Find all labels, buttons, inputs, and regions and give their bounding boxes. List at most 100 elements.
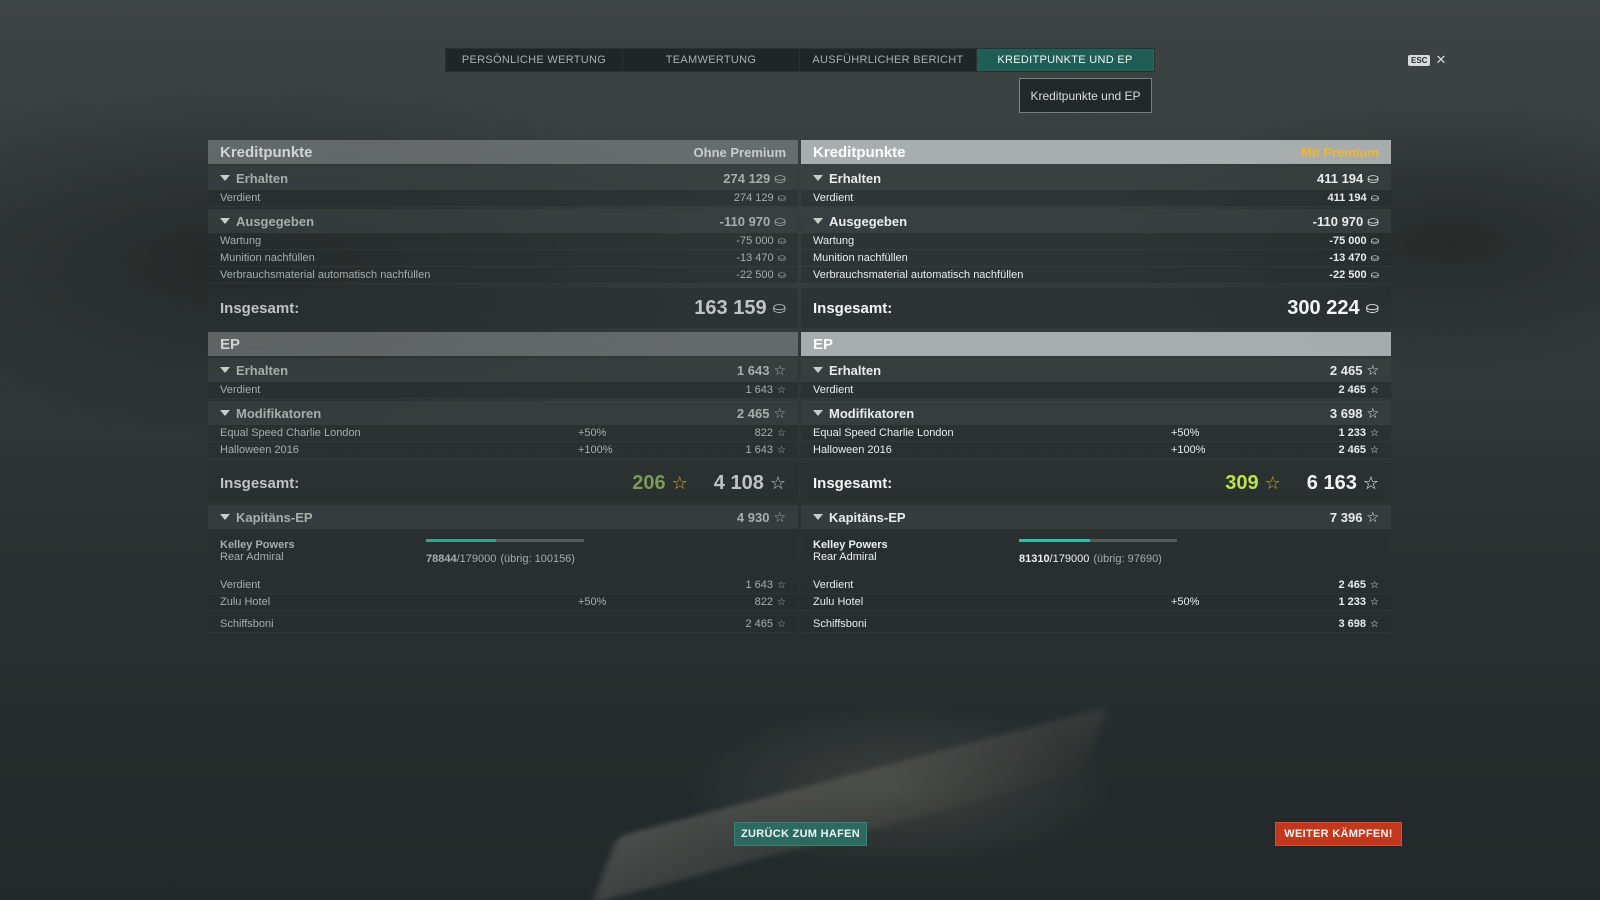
section-value: 1 643 [736,362,770,378]
row-value: 1 643 [745,579,774,591]
section-value: 4 930 [736,509,770,525]
credits-received-section[interactable]: Erhalten 411 194 ⛀ [801,166,1391,190]
credit-coin-icon: ⛀ [774,169,786,186]
row-label: Verdient [220,384,261,396]
xp-star-icon: ☆ [1370,427,1379,439]
captain-flag-row: Zulu Hotel +50% 822 ☆ [208,594,798,611]
captain-ship-bonus-row: Schiffsboni 2 465 ☆ [208,616,798,633]
section-label: Erhalten [829,170,882,186]
captain-xp-section[interactable]: Kapitäns-EP 7 396 ☆ [801,505,1391,529]
row-value: -13 470 [1329,252,1367,264]
row-percent: +50% [1171,596,1200,608]
credits-total-row: Insgesamt: 300 224 ⛀ [801,288,1391,328]
row-value: -75 000 [736,235,774,247]
triangle-down-icon [220,410,230,416]
credits-header: Kreditpunkte Mit Premium [801,140,1391,164]
modifiers-section[interactable]: Modifikatoren 3 698 ☆ [801,401,1391,425]
row-value: 822 [754,596,774,608]
credits-spent-section[interactable]: Ausgegeben -110 970 ⛀ [208,209,798,233]
triangle-down-icon [220,367,230,373]
xp-star-icon: ☆ [769,472,786,493]
section-value: 2 465 [736,405,770,421]
row-value: 1 643 [745,384,774,396]
credit-coin-icon: ⛀ [1370,192,1379,204]
credits-spent-section[interactable]: Ausgegeben -110 970 ⛀ [801,209,1391,233]
section-label: Erhalten [236,170,289,186]
row-label: Verbrauchsmaterial automatisch nachfülle… [220,269,431,281]
esc-close-button[interactable]: ESC ✕ [1408,52,1446,68]
xp-star-icon: ☆ [777,579,786,591]
total-value: 300 224 [1287,296,1360,319]
ep-received-section[interactable]: Erhalten 1 643 ☆ [208,358,798,382]
credit-coin-icon: ⛀ [1370,252,1379,264]
row-value: 1 233 [1338,596,1367,608]
modifiers-section[interactable]: Modifikatoren 2 465 ☆ [208,401,798,425]
row-label: Halloween 2016 [220,444,299,456]
xp-star-icon: ☆ [773,361,786,378]
row-label: Schiffsboni [813,618,867,630]
consumables-row: Verbrauchsmaterial automatisch nachfülle… [208,267,798,284]
credit-coin-icon: ⛀ [1370,235,1379,247]
credit-coin-icon: ⛀ [777,269,786,281]
tab-credits-and-xp[interactable]: KREDITPUNKTE UND EP [977,49,1154,71]
row-value: 2 465 [745,618,774,630]
captain-xp-readout: 81310/179000 (übrig: 97690) [1019,553,1162,565]
credit-coin-icon: ⛀ [1365,300,1379,317]
credits-header: Kreditpunkte Ohne Premium [208,140,798,164]
xp-star-icon: ☆ [1370,579,1379,591]
captain-xp-rest: (übrig: 97690) [1093,553,1162,565]
section-label: Modifikatoren [236,405,322,421]
ep-total-row: Insgesamt: 206 ☆ 4 108 ☆ [208,463,798,503]
tab-personal-score[interactable]: PERSÖNLICHE WERTUNG [446,49,623,71]
credit-coin-icon: ⛀ [777,192,786,204]
free-xp-star-icon: ☆ [671,472,688,493]
xp-star-icon: ☆ [1366,508,1379,525]
captain-xp-readout: 78844/179000 (übrig: 100156) [426,553,575,565]
captain-xp-progress-bar [1019,539,1177,542]
tab-team-score[interactable]: TEAMWERTUNG [623,49,800,71]
close-icon: ✕ [1435,52,1447,67]
triangle-down-icon [220,514,230,520]
credits-received-section[interactable]: Erhalten 274 129 ⛀ [208,166,798,190]
total-label: Insgesamt: [220,474,300,492]
back-to-port-button[interactable]: ZURÜCK ZUM HAFEN [734,822,867,846]
row-label: Verbrauchsmaterial automatisch nachfülle… [813,269,1024,281]
section-value: 7 396 [1329,509,1363,525]
credits-title: Kreditpunkte [220,143,313,161]
row-label: Equal Speed Charlie London [220,427,361,439]
row-value: 1 643 [745,444,774,456]
modifier-row: Equal Speed Charlie London +50% 1 233 ☆ [801,425,1391,442]
xp-star-icon: ☆ [1370,444,1379,456]
row-percent: +50% [578,596,607,608]
captain-xp-progress-fill [1019,539,1091,542]
ammo-row: Munition nachfüllen -13 470 ⛀ [208,250,798,267]
modifier-row: Halloween 2016 +100% 1 643 ☆ [208,442,798,459]
tab-bar: PERSÖNLICHE WERTUNG TEAMWERTUNG AUSFÜHRL… [445,48,1155,72]
ammo-row: Munition nachfüllen -13 470 ⛀ [801,250,1391,267]
row-label: Halloween 2016 [813,444,892,456]
row-value: 1 233 [1338,427,1367,439]
row-label: Equal Speed Charlie London [813,427,954,439]
total-value: 163 159 [694,296,767,319]
section-label: Erhalten [829,362,882,378]
captain-earned-row: Verdient 1 643 ☆ [208,577,798,594]
consumables-row: Verbrauchsmaterial automatisch nachfülle… [801,267,1391,284]
keep-fighting-button[interactable]: WEITER KÄMPFEN! [1275,822,1402,846]
ep-received-section[interactable]: Erhalten 2 465 ☆ [801,358,1391,382]
captain-card: Kelley Powers Rear Admiral 81310/179000(… [801,529,1391,577]
credit-coin-icon: ⛀ [772,300,786,317]
tab-detailed-report[interactable]: AUSFÜHRLICHER BERICHT [800,49,977,71]
triangle-down-icon [220,218,230,224]
captain-xp-section[interactable]: Kapitäns-EP 4 930 ☆ [208,505,798,529]
xp-star-icon: ☆ [777,444,786,456]
row-value: -22 500 [736,269,774,281]
section-value: 411 194 [1316,170,1364,186]
row-label: Verdient [813,384,854,396]
section-value: -110 970 [719,213,771,229]
xp-star-icon: ☆ [1362,472,1379,493]
total-value: 4 108 [713,471,764,494]
row-value: 274 129 [733,192,774,204]
row-value: 2 465 [1338,444,1367,456]
row-label: Munition nachfüllen [813,252,908,264]
row-label: Wartung [813,235,855,247]
